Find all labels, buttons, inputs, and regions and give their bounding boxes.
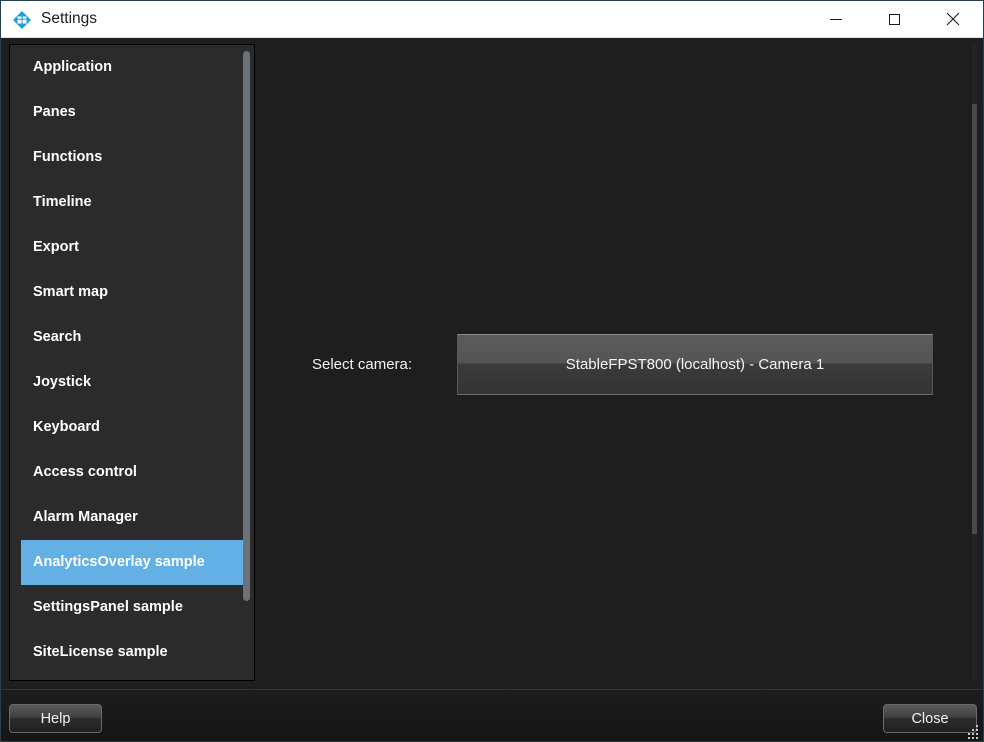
help-button[interactable]: Help	[9, 704, 102, 733]
sidebar-item-export[interactable]: Export	[21, 225, 245, 270]
sidebar-scrollbar-thumb[interactable]	[243, 51, 250, 601]
content-scrollbar-thumb[interactable]	[972, 104, 977, 534]
close-icon	[946, 12, 960, 26]
maximize-icon	[888, 13, 900, 25]
sidebar-item-search[interactable]: Search	[21, 315, 245, 360]
content-scrollbar[interactable]	[972, 44, 977, 681]
title-bar: Settings	[1, 1, 983, 38]
close-button[interactable]: Close	[883, 704, 977, 733]
sidebar-item-access-control[interactable]: Access control	[21, 450, 245, 495]
sidebar-item-analyticsoverlay-sample[interactable]: AnalyticsOverlay sample	[21, 540, 245, 585]
select-camera-row: Select camera: StableFPST800 (localhost)…	[263, 334, 977, 396]
milestone-diamond-icon	[12, 10, 32, 30]
dialog-footer: Help Close	[1, 689, 983, 741]
camera-selector-button[interactable]: StableFPST800 (localhost) - Camera 1	[457, 334, 933, 395]
settings-content-pane: Select camera: StableFPST800 (localhost)…	[263, 44, 977, 681]
window-title: Settings	[41, 10, 98, 27]
minimize-button[interactable]	[813, 1, 859, 37]
sidebar-item-application[interactable]: Application	[21, 45, 245, 90]
sidebar-item-joystick[interactable]: Joystick	[21, 360, 245, 405]
sidebar-item-alarm-manager[interactable]: Alarm Manager	[21, 495, 245, 540]
sidebar-item-timeline[interactable]: Timeline	[21, 180, 245, 225]
resize-grip[interactable]	[966, 725, 980, 739]
sidebar-nav-list: Application Panes Functions Timeline Exp…	[10, 45, 254, 675]
maximize-button[interactable]	[871, 1, 917, 37]
sidebar-item-smart-map[interactable]: Smart map	[21, 270, 245, 315]
minimize-icon	[830, 18, 842, 20]
close-window-button[interactable]	[930, 1, 976, 37]
sidebar-item-sitelicense-sample[interactable]: SiteLicense sample	[21, 630, 245, 675]
sidebar-scrollbar[interactable]	[242, 47, 250, 678]
sidebar-item-panes[interactable]: Panes	[21, 90, 245, 135]
sidebar-item-settingspanel-sample[interactable]: SettingsPanel sample	[21, 585, 245, 630]
settings-sidebar: Application Panes Functions Timeline Exp…	[9, 44, 255, 681]
sidebar-item-keyboard[interactable]: Keyboard	[21, 405, 245, 450]
settings-window: Settings Application Panes Functions Tim…	[0, 0, 984, 742]
select-camera-label: Select camera:	[312, 356, 413, 373]
sidebar-item-functions[interactable]: Functions	[21, 135, 245, 180]
